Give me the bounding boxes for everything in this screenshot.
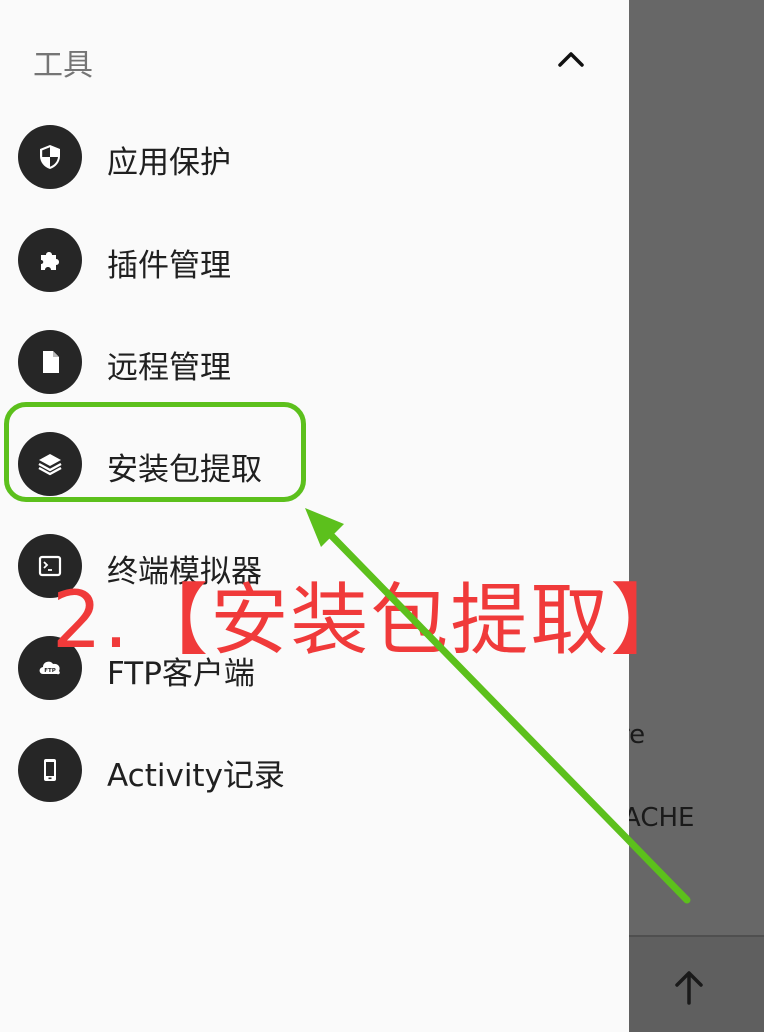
menu-item-label: 插件管理 <box>107 248 231 284</box>
background-text: ACHE <box>629 803 695 833</box>
menu-item-activity-record[interactable]: Activity记录 <box>0 718 629 820</box>
background-bottom-bar <box>629 935 764 1032</box>
menu-item-remote-management[interactable]: 远程管理 <box>0 310 629 412</box>
menu-item-label: Activity记录 <box>107 758 285 794</box>
annotation-text: 2.【安装包提取】 <box>52 576 691 666</box>
puzzle-icon <box>18 228 82 292</box>
background-text: re <box>629 720 646 750</box>
phone-icon <box>18 738 82 802</box>
chevron-up-icon[interactable] <box>556 45 586 75</box>
tools-section-header[interactable]: 工具 <box>0 0 629 110</box>
navigation-drawer: 工具 应用保护 插件管理 远程管理 安装包提取 终端模拟器 FTP FTP客户端… <box>0 0 629 1032</box>
menu-item-plugin-management[interactable]: 插件管理 <box>0 208 629 310</box>
arrow-up-icon[interactable] <box>669 967 709 1007</box>
menu-item-app-protection[interactable]: 应用保护 <box>0 105 629 207</box>
menu-item-label: 应用保护 <box>107 145 231 181</box>
file-icon <box>18 330 82 394</box>
background-app: re ACHE <box>629 0 764 1032</box>
menu-item-label: 远程管理 <box>107 350 231 386</box>
shield-icon <box>18 125 82 189</box>
section-title: 工具 <box>33 48 93 83</box>
annotation-highlight-box <box>4 402 306 502</box>
